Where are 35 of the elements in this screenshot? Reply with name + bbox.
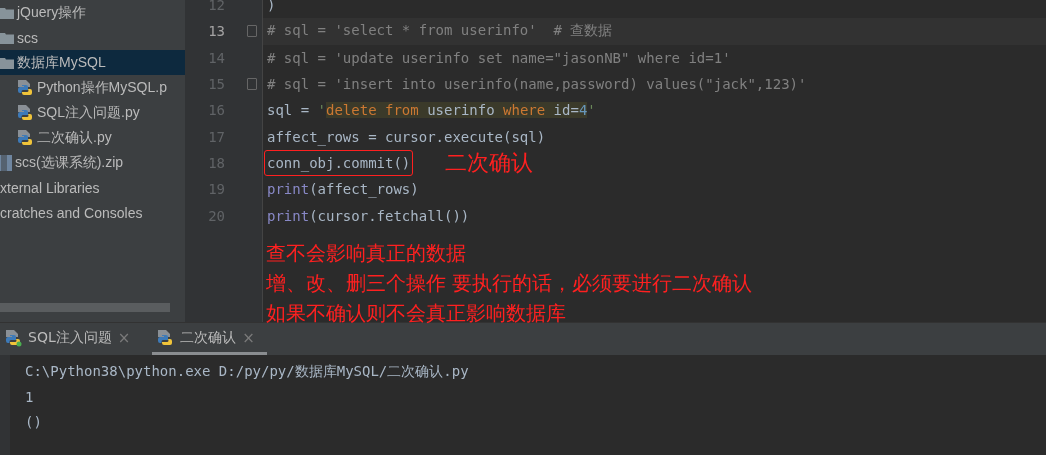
code-line: # sql = 'select * from userinfo' # 查数据: [266, 21, 614, 41]
code-line: ): [266, 0, 277, 16]
console-line: C:\Python38\python.exe D:/py/py/数据库MySQL/二次确认.py: [25, 362, 470, 381]
tree-item[interactable]: xternal Libraries: [0, 175, 185, 200]
run-tab[interactable]: SQL注入问题 ×: [0, 323, 143, 355]
folder-icon: [0, 6, 14, 19]
python-file-icon: [16, 128, 34, 147]
tree-item[interactable]: scs: [0, 25, 185, 50]
annotation-text: 增、改、删三个操作 要执行的话，必须要进行二次确认: [266, 270, 753, 297]
annotation-text: 二次确认: [445, 148, 534, 177]
code-line: affect_rows = cursor.execute(sql): [266, 127, 547, 148]
python-file-icon: [16, 103, 34, 122]
code-line: # sql = 'insert into userinfo(name,password) values("jack",123)': [266, 75, 808, 95]
python-file-icon: [16, 78, 34, 97]
fold-marker-icon[interactable]: [247, 25, 257, 38]
code-line: print(affect_rows): [266, 180, 420, 200]
tree-item[interactable]: 数据库MySQL: [0, 50, 185, 75]
console-line: (): [25, 413, 43, 432]
scrollbar[interactable]: [0, 303, 170, 312]
code-line: print(cursor.fetchall()): [266, 206, 471, 226]
code-line: # sql = 'update userinfo set name="jasonNB" where id=1': [266, 48, 732, 68]
fold-marker-icon[interactable]: [247, 78, 257, 91]
tree-item[interactable]: cratches and Consoles: [0, 200, 185, 225]
tree-item[interactable]: SQL注入问题.py: [0, 100, 185, 125]
tree-item[interactable]: 二次确认.py: [0, 125, 185, 150]
folder-icon: [0, 31, 14, 44]
folder-icon: [0, 56, 14, 69]
annotation-text: 查不会影响真正的数据: [266, 240, 467, 267]
tree-item[interactable]: Python操作MySQL.p: [0, 75, 185, 100]
line-number: 13: [207, 23, 225, 40]
tree-item[interactable]: scs(选课系统).zip: [0, 150, 185, 175]
tree-item[interactable]: jQuery操作: [0, 0, 185, 25]
code-line: sql = 'delete from userinfo where id=4': [266, 101, 597, 121]
annotation-text: 如果不确认则不会真正影响数据库: [266, 300, 567, 327]
console-line: 1: [25, 387, 35, 407]
